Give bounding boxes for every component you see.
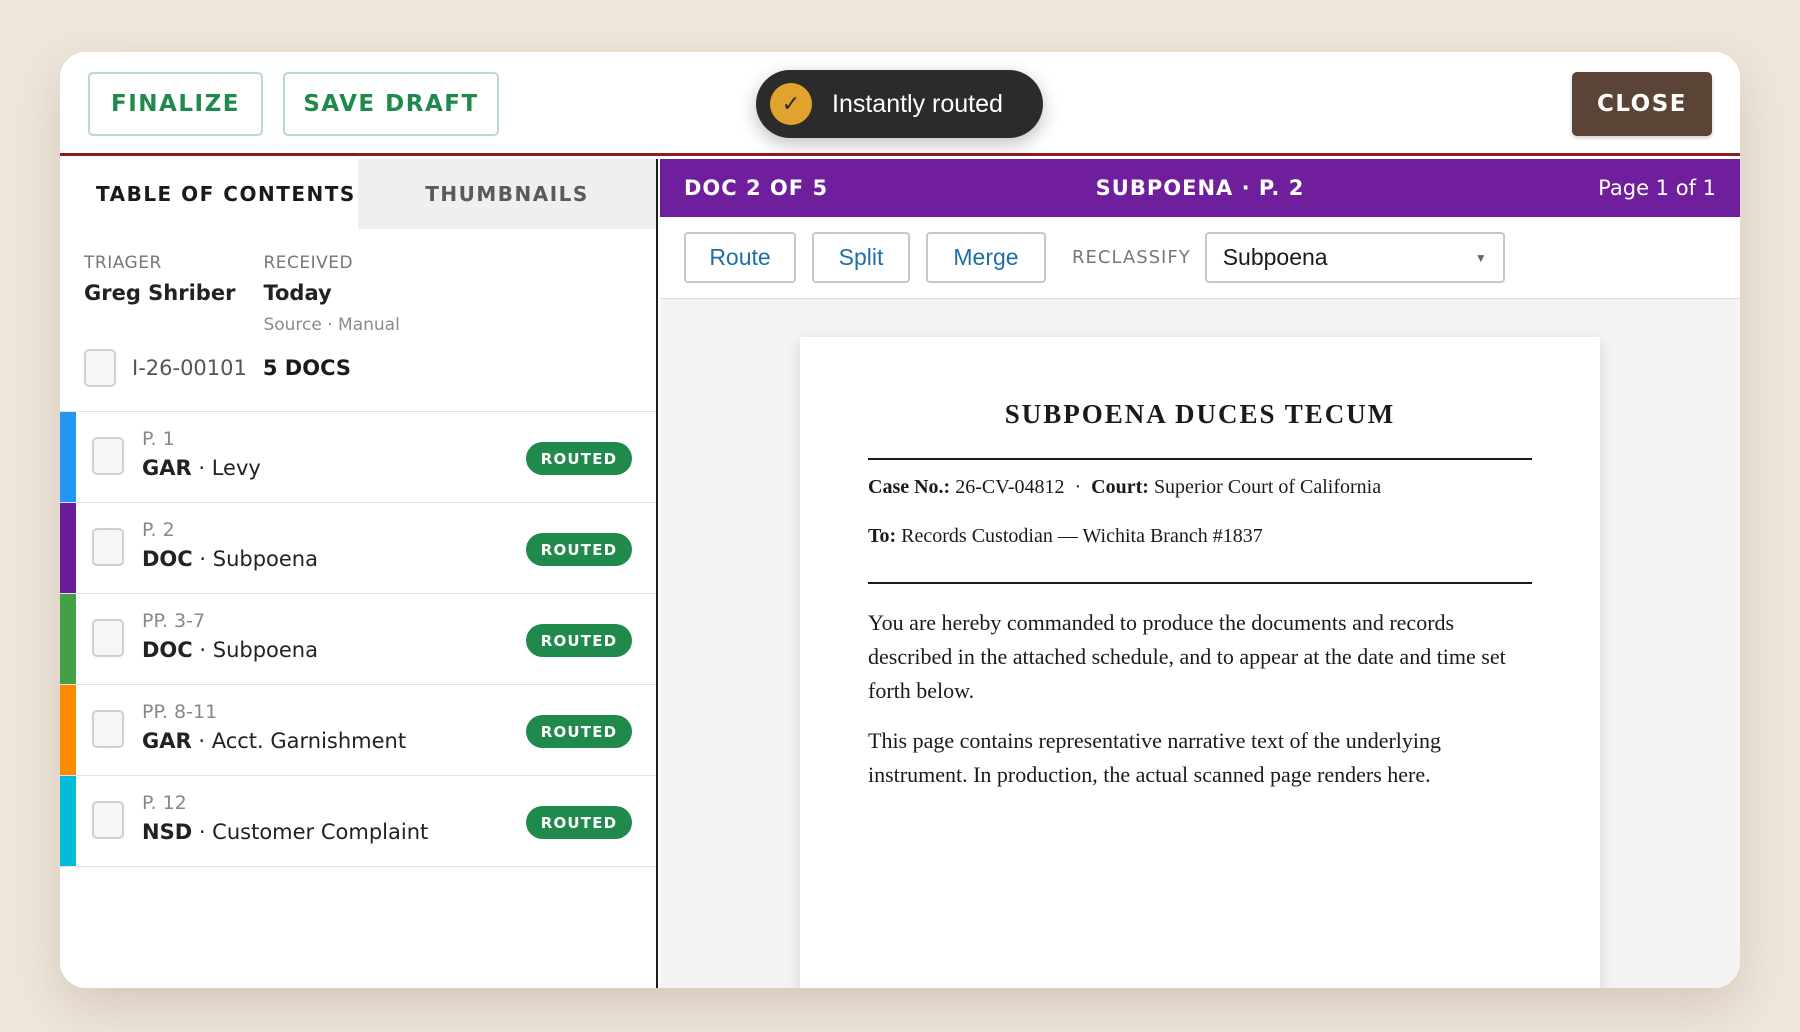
item-code: DOC xyxy=(142,638,193,662)
item-pages: PP. 3-7 xyxy=(142,610,206,632)
color-bar xyxy=(60,412,76,502)
reclassify-select[interactable]: Subpoena ▼ xyxy=(1204,232,1505,283)
item-checkbox[interactable] xyxy=(92,437,124,475)
received-value: Today xyxy=(263,281,332,305)
merge-button[interactable]: Merge xyxy=(926,232,1046,283)
document-paragraph: You are hereby commanded to produce the … xyxy=(868,610,1506,703)
document-list: P. 1 GAR · Levy ROUTED P. 2 DOC · Subpoe… xyxy=(60,411,656,867)
status-badge: ROUTED xyxy=(526,806,632,839)
batch-id: I-26-00101 xyxy=(132,356,247,380)
status-badge: ROUTED xyxy=(526,715,632,748)
divider xyxy=(868,582,1532,584)
item-type: Subpoena xyxy=(212,638,318,662)
status-badge: ROUTED xyxy=(526,624,632,657)
list-item[interactable]: P. 12 NSD · Customer Complaint ROUTED xyxy=(60,776,656,867)
select-all-checkbox[interactable] xyxy=(84,349,116,387)
check-icon: ✓ xyxy=(770,83,812,125)
received-label: RECEIVED xyxy=(263,253,354,273)
viewer-header: DOC 2 OF 5 SUBPOENA · P. 2 Page 1 of 1 xyxy=(660,159,1740,217)
reclassify-label: RECLASSIFY xyxy=(1072,247,1191,268)
document-paragraph: This page contains representative narrat… xyxy=(868,728,1442,787)
item-code: GAR xyxy=(142,729,192,753)
item-pages: P. 2 xyxy=(142,519,175,541)
item-type: Acct. Garnishment xyxy=(211,729,407,753)
case-value: 26-CV-04812 xyxy=(955,476,1065,498)
item-type: Subpoena xyxy=(212,547,318,571)
close-button[interactable]: CLOSE xyxy=(1572,72,1712,136)
item-type: Levy xyxy=(211,456,261,480)
batch-row: I-26-00101 5 DOCS xyxy=(84,349,351,387)
court-value: Superior Court of California xyxy=(1153,476,1382,498)
separator: · xyxy=(1074,476,1082,498)
received-info: RECEIVED Today Source · Manual xyxy=(263,253,399,335)
toast-text: Instantly routed xyxy=(832,89,1003,118)
list-item[interactable]: P. 2 DOC · Subpoena ROUTED xyxy=(60,503,656,594)
item-checkbox[interactable] xyxy=(92,528,124,566)
triager-label: TRIAGER xyxy=(84,253,162,273)
batch-meta: TRIAGER Greg Shriber RECEIVED Today Sour… xyxy=(84,253,428,335)
triager-info: TRIAGER Greg Shriber xyxy=(84,253,235,335)
case-line: Case No.: 26-CV-04812 · Court: Superior … xyxy=(868,476,1532,499)
list-item[interactable]: PP. 8-11 GAR · Acct. Garnishment ROUTED xyxy=(60,685,656,776)
doc-position: DOC 2 OF 5 xyxy=(684,176,829,200)
divider xyxy=(868,458,1532,460)
split-button[interactable]: Split xyxy=(812,232,910,283)
viewer-toolbar: Route Split Merge RECLASSIFY Subpoena ▼ xyxy=(660,217,1740,299)
document-title: SUBPOENA DUCES TECUM xyxy=(1004,399,1396,429)
status-badge: ROUTED xyxy=(526,533,632,566)
to-value: Records Custodian — Wichita Branch #1837 xyxy=(901,525,1263,547)
review-modal: FINALIZE SAVE DRAFT ✓ Instantly routed C… xyxy=(60,52,1740,988)
batch-count: 5 DOCS xyxy=(262,356,352,380)
finalize-button[interactable]: FINALIZE xyxy=(88,72,263,136)
court-label: Court: xyxy=(1091,476,1149,498)
item-code: NSD xyxy=(142,820,193,844)
source-text: Source · Manual xyxy=(263,315,400,335)
top-toolbar: FINALIZE SAVE DRAFT ✓ Instantly routed C… xyxy=(60,52,1740,156)
triager-value: Greg Shriber xyxy=(84,281,236,305)
item-code: GAR xyxy=(142,456,192,480)
item-code: DOC xyxy=(142,547,193,571)
document-viewer: DOC 2 OF 5 SUBPOENA · P. 2 Page 1 of 1 R… xyxy=(660,159,1740,988)
color-bar xyxy=(60,685,76,775)
tab-table-of-contents[interactable]: TABLE OF CONTENTS xyxy=(60,159,359,229)
item-pages: P. 1 xyxy=(142,428,175,450)
list-item[interactable]: PP. 3-7 DOC · Subpoena ROUTED xyxy=(60,594,656,685)
item-checkbox[interactable] xyxy=(92,619,124,657)
recipient-line: To: Records Custodian — Wichita Branch #… xyxy=(868,525,1532,548)
item-pages: PP. 8-11 xyxy=(142,701,218,723)
color-bar xyxy=(60,503,76,593)
item-pages: P. 12 xyxy=(142,792,187,814)
sidebar-tabs: TABLE OF CONTENTS THUMBNAILS xyxy=(60,159,656,229)
list-item[interactable]: P. 1 GAR · Levy ROUTED xyxy=(60,412,656,503)
item-checkbox[interactable] xyxy=(92,801,124,839)
save-draft-button[interactable]: SAVE DRAFT xyxy=(283,72,499,136)
color-bar xyxy=(60,776,76,866)
sidebar: TABLE OF CONTENTS THUMBNAILS TRIAGER Gre… xyxy=(60,159,658,988)
color-bar xyxy=(60,594,76,684)
item-checkbox[interactable] xyxy=(92,710,124,748)
toast-notification: ✓ Instantly routed xyxy=(756,70,1043,138)
item-type: Customer Complaint xyxy=(212,820,429,844)
page-indicator: Page 1 of 1 xyxy=(1598,176,1716,200)
to-label: To: xyxy=(868,525,897,547)
tab-thumbnails[interactable]: THUMBNAILS xyxy=(358,159,656,229)
reclassify-value: Subpoena xyxy=(1222,244,1328,270)
route-button[interactable]: Route xyxy=(684,232,796,283)
chevron-down-icon: ▼ xyxy=(1474,250,1487,265)
document-page: SUBPOENA DUCES TECUM Case No.: 26-CV-048… xyxy=(800,337,1600,988)
status-badge: ROUTED xyxy=(526,442,632,475)
case-label: Case No.: xyxy=(868,476,951,498)
